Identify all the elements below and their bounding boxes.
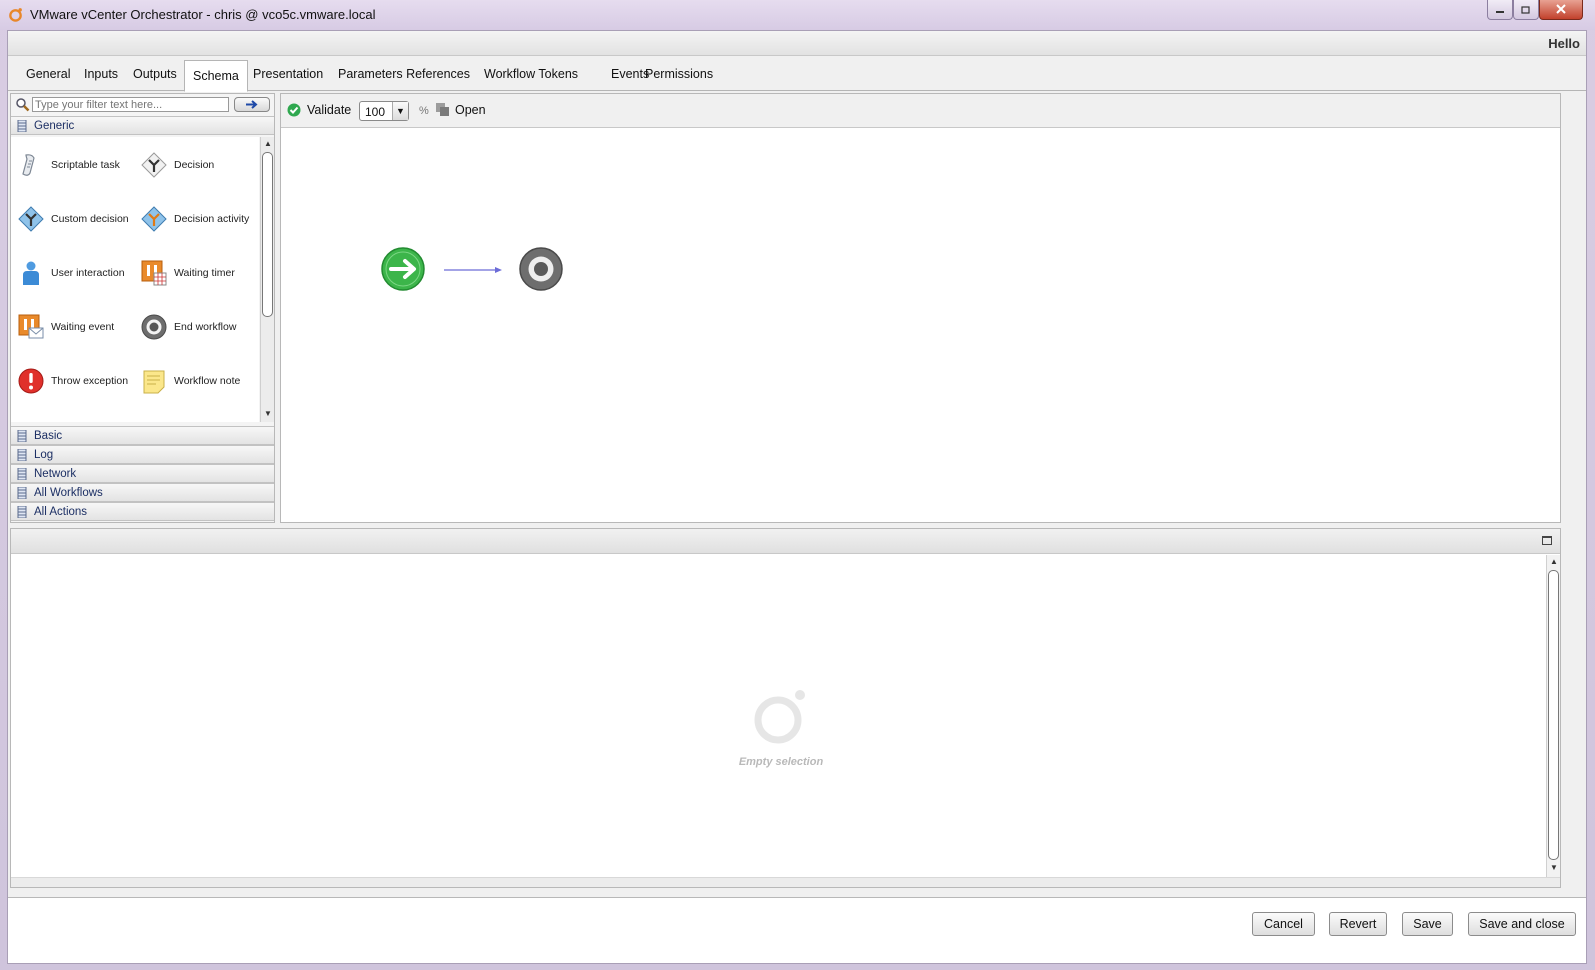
header-bar: Hello — [8, 31, 1586, 56]
checkmark-icon — [287, 103, 301, 117]
tab-bar: General Inputs Outputs Schema Presentati… — [8, 57, 1586, 92]
decision-activity-icon — [141, 206, 167, 232]
workflow-diagram — [381, 247, 563, 291]
filter-go-button[interactable] — [234, 97, 270, 112]
tab-outputs[interactable]: Outputs — [133, 67, 177, 81]
workflow-note-icon — [143, 370, 165, 394]
filter-row — [11, 94, 274, 116]
scroll-up-icon[interactable]: ▲ — [264, 139, 272, 148]
tab-presentation[interactable]: Presentation — [253, 67, 323, 81]
palette-item-decision-activity[interactable]: Decision activity — [141, 203, 261, 235]
user-interaction-icon — [23, 261, 39, 285]
close-window-button[interactable] — [1539, 0, 1583, 20]
minimize-icon — [1496, 10, 1504, 13]
filter-input[interactable] — [32, 97, 229, 112]
tab-inputs[interactable]: Inputs — [84, 67, 118, 81]
connector-arrow[interactable] — [444, 267, 502, 273]
validate-button[interactable]: Validate — [287, 103, 351, 117]
category-all-actions[interactable]: All Actions — [11, 502, 274, 521]
end-node[interactable] — [519, 247, 563, 291]
open-button[interactable]: Open — [435, 102, 486, 117]
palette-item-throw-exception[interactable]: Throw exception — [18, 365, 138, 397]
category-log[interactable]: Log — [11, 445, 274, 464]
open-icon — [436, 103, 449, 116]
category-network[interactable]: Network — [11, 464, 274, 483]
palette-item-end-workflow[interactable]: End workflow — [141, 311, 261, 343]
palette-scrollbar[interactable]: ▲ ▼ — [260, 137, 274, 422]
category-list-icon — [17, 449, 27, 461]
category-list-icon — [17, 468, 27, 480]
window-title: VMware vCenter Orchestrator - chris @ vc… — [30, 7, 376, 22]
tab-general[interactable]: General — [26, 67, 70, 81]
generic-items-panel: Scriptable task Decision Custom decision — [11, 137, 259, 422]
details-header — [11, 529, 1560, 554]
chevron-down-icon: ▼ — [392, 102, 408, 120]
title-bar: VMware vCenter Orchestrator - chris @ vc… — [0, 0, 1595, 30]
start-node[interactable] — [381, 247, 425, 291]
scroll-thumb[interactable] — [1548, 570, 1559, 860]
app-logo-icon — [9, 8, 22, 22]
action-bar: Cancel Revert Save Save and close — [8, 897, 1586, 963]
scriptable-task-icon — [22, 154, 35, 176]
revert-button[interactable]: Revert — [1329, 912, 1387, 936]
tab-workflow-tokens[interactable]: Workflow Tokens — [484, 67, 578, 81]
palette-item-workflow-note[interactable]: Workflow note — [141, 365, 261, 397]
end-workflow-icon — [141, 314, 167, 340]
palette-item-scriptable-task[interactable]: Scriptable task — [18, 149, 138, 181]
orchestrator-logo-icon — [754, 690, 805, 744]
waiting-event-icon — [18, 314, 44, 339]
restore-icon — [1521, 6, 1530, 14]
decision-icon — [141, 152, 167, 178]
waiting-timer-icon — [141, 260, 167, 286]
scroll-down-icon[interactable]: ▼ — [1550, 863, 1558, 872]
palette-item-waiting-timer[interactable]: Waiting timer — [141, 257, 261, 289]
workflow-canvas[interactable] — [281, 129, 1560, 522]
empty-selection-label: Empty selection — [738, 756, 824, 768]
category-list-icon — [17, 506, 27, 518]
close-icon — [1556, 4, 1566, 14]
search-icon — [16, 98, 30, 112]
tab-permissions[interactable]: Permissions — [645, 67, 713, 81]
save-button[interactable]: Save — [1402, 912, 1453, 936]
custom-decision-icon — [18, 206, 44, 232]
tab-parameters-references[interactable]: Parameters References — [338, 67, 470, 81]
restore-button[interactable] — [1513, 0, 1539, 20]
throw-exception-icon — [18, 368, 44, 394]
details-hscrollbar[interactable] — [11, 877, 1560, 887]
empty-selection: Empty selection — [736, 687, 826, 768]
scroll-down-icon[interactable]: ▼ — [264, 409, 272, 418]
details-scrollbar[interactable]: ▲ ▼ — [1546, 555, 1560, 877]
schema-toolbar: Validate 100 ▼ % Open — [281, 94, 1560, 128]
category-all-workflows[interactable]: All Workflows — [11, 483, 274, 502]
details-panel: Empty selection ▲ ▼ — [10, 528, 1561, 888]
category-list-icon — [17, 430, 27, 442]
palette-item-decision[interactable]: Decision — [141, 149, 261, 181]
palette-item-waiting-event[interactable]: Waiting event — [18, 311, 138, 343]
palette-item-user-interaction[interactable]: User interaction — [18, 257, 138, 289]
scroll-up-icon[interactable]: ▲ — [1550, 557, 1558, 566]
activity-palette: Generic Scriptable task Decision — [10, 93, 275, 523]
scroll-thumb[interactable] — [262, 152, 273, 317]
category-list-icon — [17, 120, 27, 132]
category-basic[interactable]: Basic — [11, 426, 274, 445]
schema-editor: Validate 100 ▼ % Open — [280, 93, 1561, 523]
zoom-unit: % — [419, 105, 429, 117]
workflow-editor-window: Hello General Inputs Outputs Schema Pres… — [7, 30, 1587, 964]
palette-item-custom-decision[interactable]: Custom decision — [18, 203, 138, 235]
tab-events[interactable]: Events — [611, 67, 649, 81]
minimize-button[interactable] — [1487, 0, 1513, 20]
save-and-close-button[interactable]: Save and close — [1468, 912, 1576, 936]
zoom-select[interactable]: 100 ▼ — [359, 101, 409, 121]
category-generic[interactable]: Generic — [11, 116, 274, 135]
greeting: Hello — [1548, 36, 1580, 51]
cancel-button[interactable]: Cancel — [1252, 912, 1315, 936]
tab-schema[interactable]: Schema — [184, 60, 248, 92]
category-list-icon — [17, 487, 27, 499]
maximize-icon[interactable] — [1542, 536, 1552, 545]
arrow-right-icon — [246, 100, 258, 109]
